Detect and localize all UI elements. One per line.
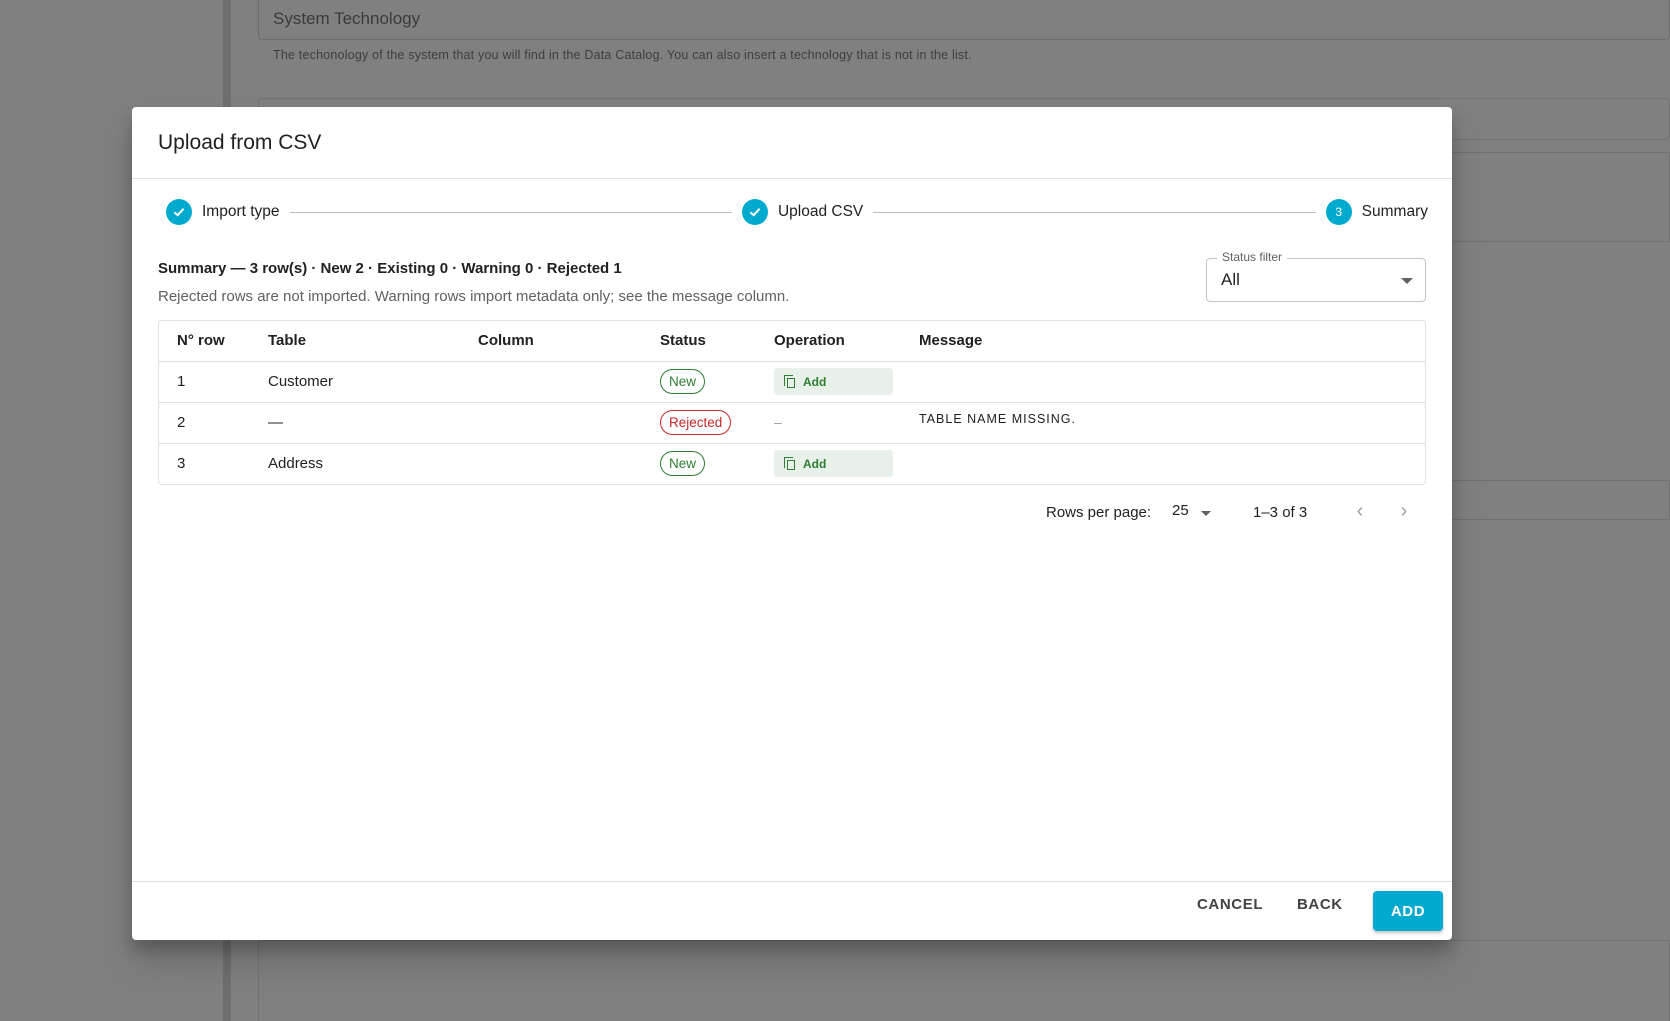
dialog-footer: CANCEL BACK ADD (132, 881, 1452, 940)
caret-down-icon (1401, 278, 1413, 284)
status-filter-select[interactable]: Status filter All (1206, 250, 1426, 302)
cell-operation: Add (756, 443, 901, 484)
step-connector (873, 211, 1316, 213)
status-badge-rejected: Rejected (660, 410, 732, 435)
import-stepper: Import type Upload CSV 3 Summary (166, 197, 1428, 227)
message-text: Table name missing. (919, 412, 1076, 426)
cell-operation: Add (756, 361, 901, 403)
check-icon (741, 199, 768, 225)
step-connector (289, 211, 732, 213)
cell-status: Rejected (642, 402, 756, 444)
back-button[interactable]: BACK (1297, 896, 1343, 913)
step-summary[interactable]: 3 Summary (1325, 199, 1428, 225)
cell-row-number: 1 (159, 361, 250, 403)
step-label: Upload CSV (777, 203, 864, 220)
copy-icon (784, 375, 795, 388)
status-filter-label: Status filter (1217, 250, 1288, 264)
cell-row-number: 3 (177, 455, 186, 473)
cell-operation: – (756, 402, 901, 444)
rows-per-page-label: Rows per page: (1046, 504, 1152, 521)
cell-message: Table name missing. (901, 402, 1425, 444)
chevron-right-icon[interactable]: › (1394, 501, 1414, 522)
operation-add-button[interactable]: Add (774, 368, 893, 395)
column-header-message: Message (901, 321, 1425, 362)
cell-row-number: 2 (159, 402, 250, 444)
status-filter-value: All (1221, 270, 1240, 289)
dialog-header: Upload from CSV (132, 107, 1452, 179)
background-field-help: The techonology of the system that you w… (273, 48, 972, 62)
cell-table: — (250, 402, 460, 444)
chevron-left-icon[interactable]: ‹ (1350, 501, 1370, 522)
add-button[interactable]: ADD (1373, 891, 1443, 931)
cell-column (460, 361, 642, 403)
column-header-operation: Operation (756, 321, 901, 362)
table-row: 1 Customer New Add (159, 361, 1425, 403)
column-header-row-number: N° row (159, 321, 250, 362)
copy-icon (784, 457, 795, 471)
cell-message (901, 361, 1425, 403)
cancel-button[interactable]: CANCEL (1197, 896, 1263, 913)
cell-table: Address (268, 455, 324, 473)
cell-status: New (642, 443, 756, 484)
pagination-range: 1–3 of 3 (1253, 504, 1308, 521)
check-icon (166, 199, 192, 225)
cell-column (460, 443, 642, 484)
step-upload-csv[interactable]: Upload CSV (741, 199, 864, 225)
column-header-table: Table (250, 321, 460, 362)
step-import-type[interactable]: Import type (166, 199, 280, 225)
status-badge-new: New (660, 369, 706, 394)
background-field-value: System Technology (273, 9, 421, 28)
summary-note: Rejected rows are not imported. Warning … (158, 288, 790, 305)
cell-status: New (642, 361, 756, 403)
dialog-title: Upload from CSV (158, 130, 322, 154)
cell-message (901, 443, 1425, 484)
rows-per-page-select[interactable]: 25 (1172, 502, 1189, 519)
step-label: Import type (202, 203, 280, 220)
table-row: 2 — Rejected – Table name missing. (159, 402, 1425, 444)
operation-add-button[interactable]: Add (774, 450, 893, 478)
summary-table: N° row Table Column Status Operation Mes… (158, 320, 1426, 485)
background-system-technology-field: System Technology (258, 0, 1670, 40)
operation-none: – (774, 414, 782, 430)
column-header-status: Status (642, 321, 756, 362)
step-label: Summary (1361, 203, 1428, 220)
operation-label: Add (803, 456, 827, 471)
table-header-row: N° row Table Column Status Operation Mes… (159, 321, 1425, 362)
cell-column (460, 402, 642, 444)
background-field-box (258, 940, 1670, 1021)
caret-down-icon[interactable] (1201, 511, 1211, 516)
table-pagination: Rows per page: 25 1–3 of 3 ‹ › (132, 500, 1452, 526)
cell-table: Customer (250, 361, 460, 403)
step-number: 3 (1325, 199, 1352, 225)
summary-title: Summary — 3 row(s) · New 2 · Existing 0 … (158, 260, 622, 277)
status-badge-new: New (660, 451, 706, 477)
table-row: 3 Address New Add (159, 443, 1425, 484)
column-header-column: Column (460, 321, 642, 362)
operation-label: Add (803, 374, 827, 389)
upload-csv-dialog: Upload from CSV Import type Upload CSV 3… (132, 107, 1452, 940)
